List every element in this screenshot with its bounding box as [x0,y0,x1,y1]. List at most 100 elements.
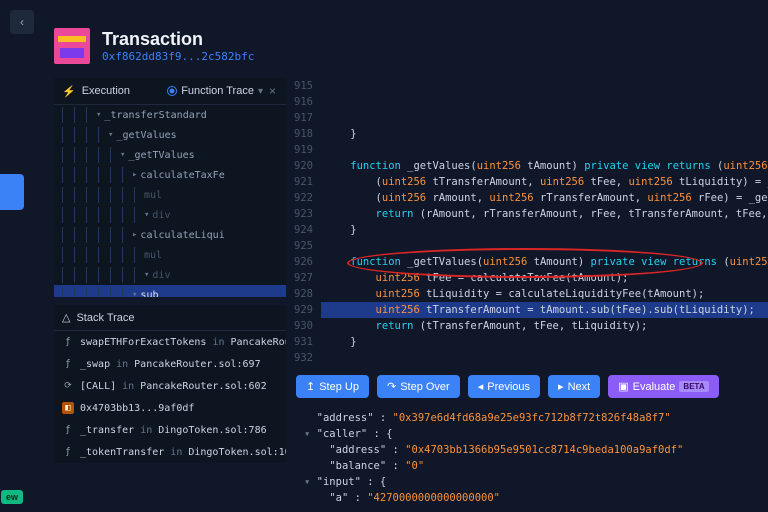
stack-frame[interactable]: ƒ_transfer in DingoToken.sol:786 [54,419,286,441]
frame-location: PancakeRouter.sol:697 [134,359,260,370]
caret-right-icon: ▸ [558,380,564,393]
trace-node[interactable]: ▸calculateTaxFe [54,165,286,185]
function-icon: ƒ [62,446,74,458]
mode-radio[interactable] [167,86,177,96]
toggle-icon[interactable]: ▸ [132,230,137,240]
trace-node[interactable]: ▾_getValues [54,125,286,145]
trace-label: _getValues [116,130,176,141]
function-icon: ƒ [62,424,74,436]
code-line: uint256 tFee = calculateTaxFee(tAmount); [321,270,768,286]
terminal-icon: ▣ [618,380,628,393]
stack-frame[interactable]: ⟳ [CALL] in PancakeRouter.sol:602 [54,375,286,397]
function-trace-tree: ▾_transferStandard▾_getValues▾_getTValue… [54,105,286,297]
trace-node[interactable]: ▾_getTValues [54,145,286,165]
arrow-over-icon: ↷ [387,380,396,393]
line-gutter: 9159169179189199209219229239249259269279… [286,78,321,367]
left-rail: ew [0,78,24,510]
beta-badge: BETA [679,381,708,392]
toggle-icon[interactable]: ▾ [108,130,113,140]
in-label: in [122,381,134,392]
page-header: Transaction 0xf862dd83f9...2c582bfc [0,0,768,78]
code-line: } [321,126,768,142]
code-line: (uint256 rAmount, uint256 rTransferAmoun… [321,190,768,206]
lightning-icon: ⚡ [62,85,76,98]
warning-icon: △ [62,311,70,324]
toggle-icon[interactable]: ▾ [144,210,149,220]
code-line: (uint256 tTransferAmount, uint256 tFee, … [321,174,768,190]
code-line: uint256 tTransferAmount = tAmount.sub(tF… [321,302,768,318]
stack-trace-list: ƒswapETHForExactTokens in PancakeRouteƒ_… [54,331,286,463]
step-over-button[interactable]: ↷Step Over [377,375,460,398]
page-title: Transaction [102,29,254,51]
in-label: in [116,359,128,370]
code-line: function _getTValues(uint256 tAmount) pr… [321,254,768,270]
rail-new-tag[interactable]: ew [1,490,23,504]
chevron-left-icon: ‹ [20,15,24,29]
stack-trace-panel: △ Stack Trace ƒswapETHForExactTokens in … [54,305,286,463]
trace-label: calculateTaxFe [140,170,224,181]
execution-title: Execution [82,85,130,97]
evaluate-button[interactable]: ▣Evaluate BETA [608,375,718,398]
code-line: } [321,222,768,238]
trace-node[interactable]: mul [54,185,286,205]
code-line: } [321,334,768,350]
toggle-icon[interactable]: ▾ [120,150,125,160]
stack-frame[interactable]: ƒswapETHForExactTokens in PancakeRoute [54,331,286,353]
trace-label: _transferStandard [104,110,206,121]
stack-frame[interactable]: ◧ 0x4703bb13...9af0df [54,397,286,419]
contract-icon: ◧ [62,402,74,414]
chevron-down-icon[interactable]: ▾ [258,86,263,97]
frame-name: swapETHForExactTokens [80,337,206,348]
trace-node[interactable]: ▾div [54,265,286,285]
toggle-icon[interactable]: ▾ [132,290,137,297]
code-line: return (rAmount, rTransferAmount, rFee, … [321,206,768,222]
trace-node[interactable]: mul [54,245,286,265]
code-line: function _getRValues(uint256 tAmount, ui… [321,366,768,367]
call-icon: ⟳ [62,380,74,392]
code-line [321,238,768,254]
trace-node[interactable]: ▾_transferStandard [54,105,286,125]
frame-name: 0x4703bb13...9af0df [80,403,194,414]
trace-label: calculateLiqui [140,230,224,241]
trace-node[interactable]: ▸calculateLiqui [54,225,286,245]
function-icon: ƒ [62,358,74,370]
frame-location: DingoToken.sol:786 [158,425,266,436]
caret-left-icon: ◂ [478,380,484,393]
function-icon: ƒ [62,336,74,348]
frame-name: _swap [80,359,110,370]
trace-label: div [152,270,170,281]
frame-location: DingoToken.sol:1045 [188,447,286,458]
previous-button[interactable]: ◂Previous [468,375,540,398]
close-icon[interactable]: × [267,84,278,98]
transaction-identicon [54,28,90,64]
frame-location: PancakeRouter.sol:602 [140,381,266,392]
stack-title: Stack Trace [76,312,134,324]
arrow-up-icon: ↥ [306,380,315,393]
back-button[interactable]: ‹ [10,10,34,34]
frame-name: _transfer [80,425,134,436]
execution-panel: ⚡ Execution Function Trace ▾ × ▾_transfe… [54,78,286,297]
debugger-toolbar: ↥Step Up ↷Step Over ◂Previous ▸Next ▣Eva… [286,367,768,406]
in-label: in [170,447,182,458]
stack-frame[interactable]: ƒ _swap in PancakeRouter.sol:697 [54,353,286,375]
code-line: return (tTransferAmount, tFee, tLiquidit… [321,318,768,334]
inspector-output[interactable]: "address" : "0x397e6d4fd68a9e25e93fc712b… [286,406,768,510]
toggle-icon[interactable]: ▾ [96,110,101,120]
code-line [321,142,768,158]
toggle-icon[interactable]: ▾ [144,270,149,280]
next-button[interactable]: ▸Next [548,375,600,398]
stack-frame[interactable]: ƒ_tokenTransfer in DingoToken.sol:1045 [54,441,286,463]
toggle-icon[interactable]: ▸ [132,170,137,180]
step-up-button[interactable]: ↥Step Up [296,375,369,398]
code-lines: } function _getValues(uint256 tAmount) p… [321,78,768,367]
trace-node[interactable]: ▾div [54,205,286,225]
trace-label: div [152,210,170,221]
code-line: function _getValues(uint256 tAmount) pri… [321,158,768,174]
frame-name: [CALL] [80,381,116,392]
mode-label[interactable]: Function Trace [181,85,254,97]
rail-tab-button[interactable] [0,174,24,210]
trace-node[interactable]: ▾sub [54,285,286,297]
transaction-hash[interactable]: 0xf862dd83f9...2c582bfc [102,50,254,63]
trace-label: sub [140,290,158,298]
code-viewer[interactable]: 9159169179189199209219229239249259269279… [286,78,768,367]
